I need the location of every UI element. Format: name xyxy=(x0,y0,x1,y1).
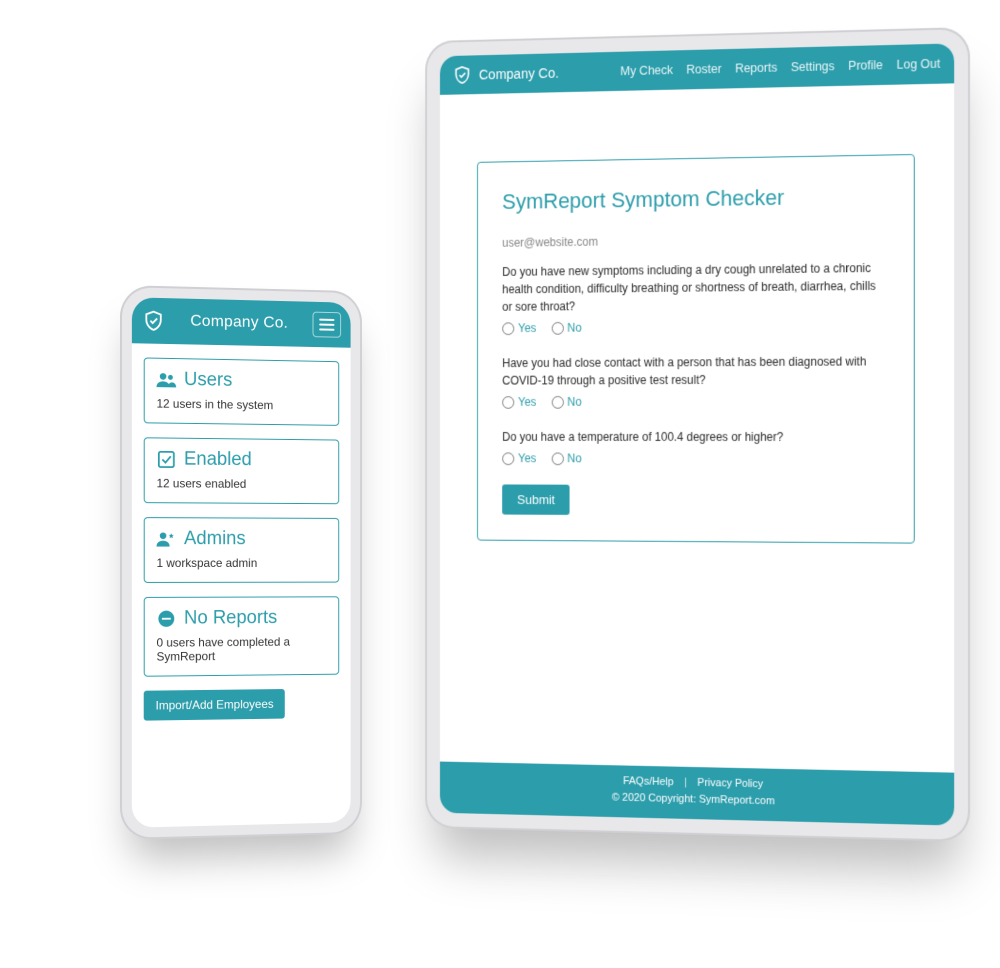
card-sub: 1 workspace admin xyxy=(157,556,327,570)
submit-button[interactable]: Submit xyxy=(502,484,570,514)
q3-no-radio[interactable] xyxy=(551,452,563,465)
card-title: No Reports xyxy=(184,607,277,629)
phone-navbar: Company Co. xyxy=(132,297,351,347)
admins-icon xyxy=(157,530,177,548)
q2-yes[interactable]: Yes xyxy=(502,395,536,409)
question-3: Do you have a temperature of 100.4 degre… xyxy=(502,428,888,446)
nav-profile[interactable]: Profile xyxy=(848,58,883,73)
import-employees-button[interactable]: Import/Add Employees xyxy=(144,689,285,721)
phone-brand: Company Co. xyxy=(175,312,303,333)
tablet-footer: FAQs/Help | Privacy Policy © 2020 Copyri… xyxy=(440,761,954,825)
q1-yes[interactable]: Yes xyxy=(502,321,536,335)
shield-icon xyxy=(142,309,166,333)
tablet-body: SymReport Symptom Checker user@website.c… xyxy=(440,83,954,772)
nav-settings[interactable]: Settings xyxy=(791,59,835,74)
tablet-nav-links: My Check Roster Reports Settings Profile… xyxy=(620,57,940,78)
card-users[interactable]: Users 12 users in the system xyxy=(144,357,339,425)
nav-my-check[interactable]: My Check xyxy=(620,63,673,78)
question-2-options: Yes No xyxy=(502,394,888,409)
card-sub: 0 users have completed a SymReport xyxy=(157,635,327,664)
nav-roster[interactable]: Roster xyxy=(686,62,721,77)
card-no-reports[interactable]: No Reports 0 users have completed a SymR… xyxy=(144,596,339,676)
brand-text: Company Co. xyxy=(479,65,559,82)
question-1: Do you have new symptoms including a dry… xyxy=(502,259,888,316)
users-icon xyxy=(157,371,177,389)
card-sub: 12 users enabled xyxy=(157,476,327,491)
card-admins[interactable]: Admins 1 workspace admin xyxy=(144,517,339,583)
tablet-frame: Company Co. My Check Roster Reports Sett… xyxy=(425,27,970,842)
q2-yes-radio[interactable] xyxy=(502,396,514,409)
hamburger-icon[interactable] xyxy=(313,312,342,338)
symptom-form: SymReport Symptom Checker user@website.c… xyxy=(477,154,915,544)
shield-icon xyxy=(453,65,472,85)
footer-privacy[interactable]: Privacy Policy xyxy=(697,777,763,790)
minus-icon xyxy=(157,610,177,628)
check-icon xyxy=(157,450,177,468)
q3-yes-radio[interactable] xyxy=(502,452,514,465)
phone-body: Users 12 users in the system Enabled 12 … xyxy=(132,343,351,735)
nav-reports[interactable]: Reports xyxy=(735,61,777,76)
question-3-options: Yes No xyxy=(502,451,888,465)
q3-yes[interactable]: Yes xyxy=(502,451,536,465)
nav-logout[interactable]: Log Out xyxy=(897,57,941,72)
q3-no[interactable]: No xyxy=(551,452,581,466)
card-title: Admins xyxy=(184,528,246,550)
q1-no[interactable]: No xyxy=(551,321,581,335)
form-heading: SymReport Symptom Checker xyxy=(502,183,888,214)
card-enabled[interactable]: Enabled 12 users enabled xyxy=(144,437,339,504)
phone-screen: Company Co. Users 12 users in xyxy=(132,297,351,827)
card-title: Users xyxy=(184,369,232,392)
tablet-brand: Company Co. xyxy=(453,63,559,85)
footer-faq[interactable]: FAQs/Help xyxy=(623,775,674,788)
question-1-options: Yes No xyxy=(502,319,888,335)
q2-no[interactable]: No xyxy=(551,395,581,409)
tablet-screen: Company Co. My Check Roster Reports Sett… xyxy=(440,43,954,825)
card-sub: 12 users in the system xyxy=(157,397,327,413)
q1-yes-radio[interactable] xyxy=(502,322,514,335)
q2-no-radio[interactable] xyxy=(551,396,563,409)
user-email: user@website.com xyxy=(502,231,888,250)
phone-frame: Company Co. Users 12 users in xyxy=(120,285,362,840)
q1-no-radio[interactable] xyxy=(551,322,563,335)
question-2: Have you had close contact with a person… xyxy=(502,352,888,389)
card-title: Enabled xyxy=(184,449,252,471)
